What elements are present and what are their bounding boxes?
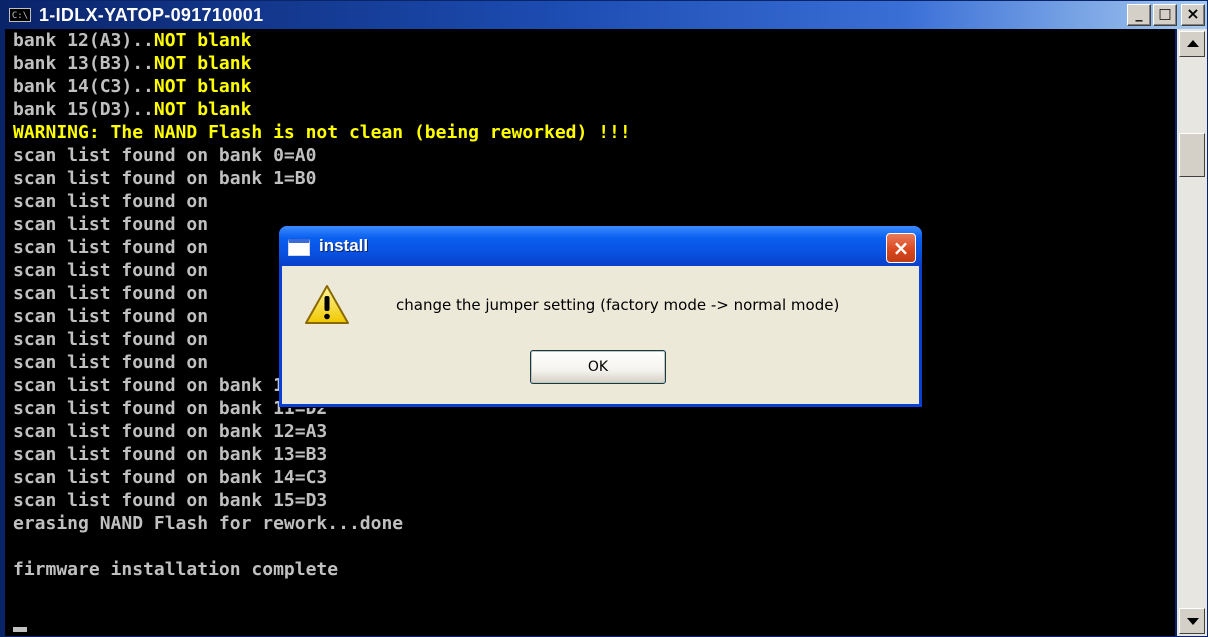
dialog-title: install bbox=[319, 236, 369, 255]
window-title: 1-IDLX-YATOP-091710001 bbox=[39, 5, 264, 25]
minimize-button[interactable]: _ bbox=[1127, 4, 1151, 26]
console-line: scan list found on bank 0=A0 bbox=[13, 144, 316, 167]
console-line-text: scan list found on bank 14=C3 bbox=[13, 467, 328, 488]
arrow-up-icon bbox=[1187, 40, 1199, 47]
console-line: bank 12(A3)..NOT blank bbox=[13, 29, 251, 52]
console-line-text: bank 15(D3).. bbox=[13, 99, 154, 120]
console-line-text: scan list found on bbox=[13, 237, 209, 258]
console-line: scan list found on bbox=[13, 213, 208, 236]
console-line: scan list found on bank 13=B3 bbox=[13, 443, 327, 466]
console-line: erasing NAND Flash for rework...done bbox=[13, 512, 403, 535]
console-line: scan list found on bbox=[13, 328, 208, 351]
vertical-scrollbar[interactable] bbox=[1177, 29, 1207, 636]
console-line-text: scan list found on bbox=[13, 214, 209, 235]
arrow-down-icon bbox=[1187, 618, 1199, 625]
console-line: scan list found on bank 14=C3 bbox=[13, 466, 327, 489]
console-line: scan list found on bbox=[13, 305, 208, 328]
console-line-highlight: NOT blank bbox=[153, 99, 252, 120]
dialog-close-button[interactable]: × bbox=[886, 233, 916, 263]
console-line-text: bank 14(C3).. bbox=[13, 76, 154, 97]
console-app-icon[interactable]: C:\ bbox=[9, 8, 31, 22]
console-line-highlight: NOT blank bbox=[153, 30, 252, 51]
console-line: firmware installation complete bbox=[13, 558, 338, 581]
window-icon bbox=[288, 239, 310, 256]
console-line-text: scan list found on bbox=[13, 283, 209, 304]
scroll-down-button[interactable] bbox=[1179, 608, 1205, 634]
console-line-text: scan list found on bank 1=B0 bbox=[13, 168, 317, 189]
console-line: bank 14(C3)..NOT blank bbox=[13, 75, 251, 98]
console-line-text: firmware installation complete bbox=[13, 559, 339, 580]
console-title-bar[interactable]: C:\ 1-IDLX-YATOP-091710001 _ □ × bbox=[1, 1, 1207, 29]
maximize-button[interactable]: □ bbox=[1153, 4, 1177, 26]
ok-button[interactable]: OK bbox=[530, 350, 666, 384]
scroll-thumb[interactable] bbox=[1179, 133, 1205, 177]
text-cursor bbox=[13, 627, 27, 632]
scroll-up-button[interactable] bbox=[1179, 31, 1205, 57]
console-line-text: WARNING: The NAND Flash is not clean (be… bbox=[13, 122, 631, 143]
close-icon: × bbox=[892, 236, 910, 260]
console-line-text: scan list found on bank 0=A0 bbox=[13, 145, 317, 166]
warning-icon bbox=[305, 285, 349, 324]
console-line-text: scan list found on bbox=[13, 260, 209, 281]
console-line-highlight: NOT blank bbox=[153, 53, 252, 74]
install-dialog: install × change the jumper setting (fac… bbox=[279, 226, 922, 407]
console-line: scan list found on bank 12=A3 bbox=[13, 420, 327, 443]
console-line-highlight: NOT blank bbox=[153, 76, 252, 97]
close-button[interactable]: × bbox=[1181, 4, 1205, 26]
console-line: scan list found on bbox=[13, 282, 208, 305]
console-line-text: bank 13(B3).. bbox=[13, 53, 154, 74]
console-line: WARNING: The NAND Flash is not clean (be… bbox=[13, 121, 631, 144]
console-line: scan list found on bbox=[13, 259, 208, 282]
console-line-text: scan list found on bbox=[13, 191, 209, 212]
console-line: bank 15(D3)..NOT blank bbox=[13, 98, 251, 121]
console-line: scan list found on bbox=[13, 351, 208, 374]
console-line-text: scan list found on bank 15=D3 bbox=[13, 490, 328, 511]
console-line-text: scan list found on bbox=[13, 352, 209, 373]
console-line: scan list found on bank 15=D3 bbox=[13, 489, 327, 512]
console-line: scan list found on bbox=[13, 236, 208, 259]
console-line-text: scan list found on bank 13=B3 bbox=[13, 444, 328, 465]
console-line-text: erasing NAND Flash for rework...done bbox=[13, 513, 404, 534]
console-line-text: scan list found on bbox=[13, 306, 209, 327]
console-line-text: bank 12(A3).. bbox=[13, 30, 154, 51]
console-line: bank 13(B3)..NOT blank bbox=[13, 52, 251, 75]
dialog-body: change the jumper setting (factory mode … bbox=[282, 266, 919, 404]
window-controls: _ □ × bbox=[1127, 4, 1205, 26]
dialog-title-bar[interactable]: install × bbox=[279, 226, 922, 266]
console-line: scan list found on bbox=[13, 190, 208, 213]
console-line-text: scan list found on bbox=[13, 329, 209, 350]
dialog-message: change the jumper setting (factory mode … bbox=[396, 296, 840, 314]
console-line-text: scan list found on bank 12=A3 bbox=[13, 421, 328, 442]
console-line: scan list found on bank 1=B0 bbox=[13, 167, 316, 190]
